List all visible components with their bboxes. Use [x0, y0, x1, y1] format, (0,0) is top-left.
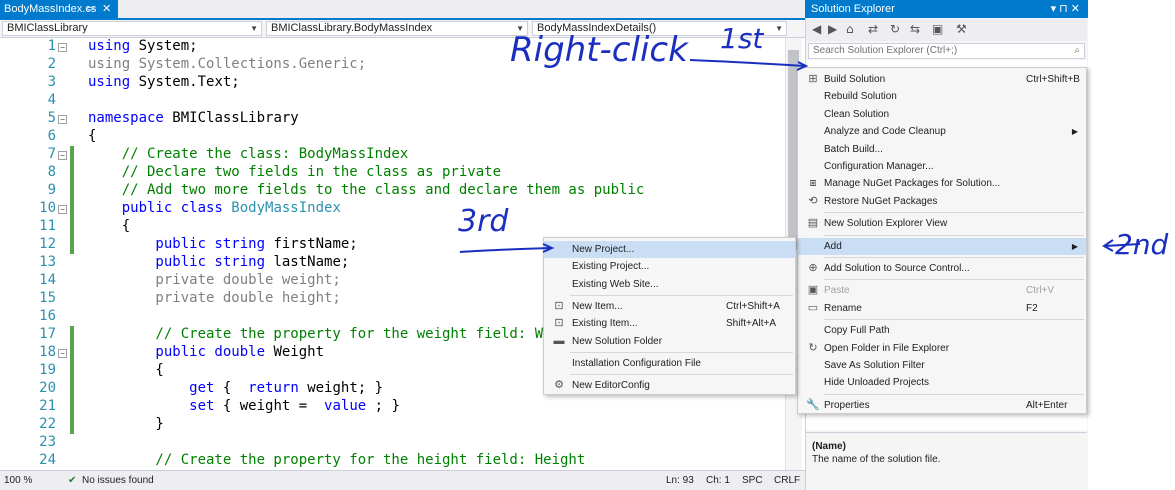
- annotation-2nd: 2nd: [1115, 228, 1169, 261]
- annotation-1st: 1st: [720, 22, 764, 55]
- arrow-1st: [689, 59, 806, 67]
- arrow-3rd: [459, 247, 552, 253]
- annotation-arrows: [459, 59, 1141, 253]
- annotation-3rd: 3rd: [458, 204, 509, 239]
- annotation-right-click: Right-click: [510, 30, 688, 70]
- change-indicator: [70, 326, 74, 434]
- change-indicator: [70, 146, 74, 254]
